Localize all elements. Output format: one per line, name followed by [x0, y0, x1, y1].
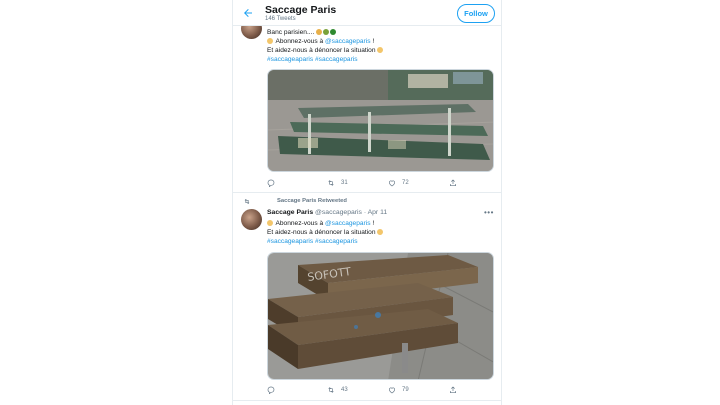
tweet-text: Banc parisien.... Abonnez-vous à @saccag… [267, 28, 384, 64]
tweet-line-text: ! [370, 38, 375, 45]
tweet-line-text: Abonnez-vous à [275, 38, 325, 45]
tweet-line: Et aidez-nous à dénoncer la situation [267, 228, 384, 237]
profile-name: Saccage Paris [265, 4, 337, 16]
tweet-line-text: Abonnez-vous à [275, 220, 325, 227]
pray-emoji-icon [377, 229, 384, 235]
retweeted-by-label[interactable]: Saccage Paris Retweeted [277, 198, 347, 204]
like-icon [388, 387, 396, 394]
pray-emoji-icon [377, 47, 384, 53]
tweet-line-text: Et aidez-nous à dénoncer la situation [267, 47, 376, 54]
profile-header: Saccage Paris 146 Tweets Follow [233, 0, 501, 26]
timeline-column: Saccage Paris 146 Tweets Follow Banc par… [232, 0, 502, 405]
green-emoji-icon [330, 29, 337, 35]
grimace-emoji-icon [316, 29, 323, 35]
tweet-divider [233, 192, 501, 193]
more-icon[interactable]: ••• [484, 208, 494, 217]
tweet-actions: 43 79 [267, 385, 487, 395]
like-count: 79 [402, 387, 409, 393]
back-arrow-icon[interactable] [242, 7, 254, 19]
tweet-divider [233, 400, 501, 401]
tweet-author: Saccage Paris @saccageparis · Apr 11 [267, 209, 387, 216]
tweet-count: 146 Tweets [265, 16, 296, 22]
retweet-icon [328, 180, 334, 186]
author-name[interactable]: Saccage Paris [267, 209, 313, 216]
reply-icon [267, 386, 275, 394]
mention-link[interactable]: @saccageparis [325, 38, 371, 45]
follow-button[interactable]: Follow [457, 4, 495, 23]
tweet-actions: 31 72 [267, 178, 487, 188]
point-emoji-icon [267, 220, 273, 226]
retweet-icon [244, 198, 250, 205]
share-icon [450, 386, 456, 393]
retweet-count: 31 [341, 180, 348, 186]
hashtag-link[interactable]: #saccageaparis #saccageparis [267, 55, 384, 64]
tweet-line: Abonnez-vous à @saccageparis ! [267, 219, 384, 228]
tweet-photo[interactable] [267, 69, 494, 172]
tweet-line: Et aidez-nous à dénoncer la situation [267, 46, 384, 55]
like-icon [388, 180, 396, 187]
point-emoji-icon [267, 38, 273, 44]
author-handle-time[interactable]: @saccageparis · Apr 11 [315, 209, 387, 216]
reply-icon [267, 179, 275, 187]
trash-emoji-icon [323, 29, 330, 35]
tweet-text: Abonnez-vous à @saccageparis ! Et aidez-… [267, 219, 384, 246]
tweet-line-text: Et aidez-nous à dénoncer la situation [267, 229, 376, 236]
tweet-line: Banc parisien.... [267, 28, 384, 37]
hashtag-link[interactable]: #saccageaparis #saccageparis [267, 237, 384, 246]
tweet-line: Abonnez-vous à @saccageparis ! [267, 37, 384, 46]
mention-link[interactable]: @saccageparis [325, 220, 371, 227]
share-icon [450, 179, 456, 186]
retweet-count: 43 [341, 387, 348, 393]
tweet-line-text: Banc parisien.... [267, 29, 315, 36]
bench-photo-image [268, 70, 493, 171]
avatar[interactable] [241, 209, 262, 230]
retweet-icon [328, 387, 334, 393]
tweet-line-text: ! [370, 220, 375, 227]
like-count: 72 [402, 180, 409, 186]
retweet-context: Saccage Paris Retweeted [243, 197, 443, 206]
wooden-bench-photo-image: SOFOTT [268, 253, 493, 379]
tweet-photo[interactable]: SOFOTT [267, 252, 494, 380]
